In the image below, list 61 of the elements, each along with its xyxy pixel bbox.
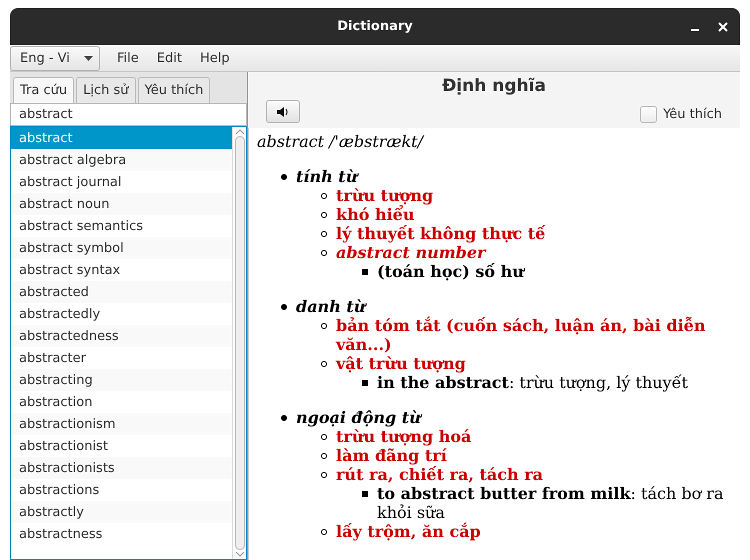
bullet-icon — [362, 380, 368, 386]
part-of-speech: tính từ — [296, 167, 358, 186]
language-dropdown[interactable]: Eng - Vi — [10, 46, 100, 70]
bullet-icon — [281, 174, 287, 180]
sense-text: khó hiểu — [336, 205, 414, 224]
definition-heading: Định nghĩa — [441, 75, 547, 98]
sense-text: trừu tượng — [336, 186, 434, 205]
word-list-item[interactable]: abstracted — [11, 281, 232, 303]
speaker-icon — [276, 106, 290, 118]
tab[interactable]: Yêu thích — [138, 77, 210, 103]
menu-item[interactable]: File — [108, 50, 148, 66]
favorite-checkbox[interactable]: Yêu thích — [640, 106, 722, 123]
bullet-icon — [321, 323, 327, 329]
sense-text: lý thuyết không thực tế — [336, 224, 546, 243]
word-list-item[interactable]: abstract symbol — [11, 237, 232, 259]
sense-text: rút ra, chiết ra, tách ra — [336, 465, 543, 484]
word-list-item[interactable]: abstractionism — [11, 413, 232, 435]
example-text: in the abstract: trừu tượng, lý thuyết — [377, 373, 688, 392]
menu-item[interactable]: Edit — [148, 50, 191, 66]
bullet-icon — [321, 212, 327, 218]
sense-text: làm đãng trí — [336, 446, 447, 465]
word-list-item[interactable]: abstractionists — [11, 457, 232, 479]
bullet-icon — [362, 269, 368, 275]
scroll-down-icon[interactable] — [236, 552, 244, 557]
menu-item[interactable]: Help — [190, 50, 239, 66]
sense-text: vật trừu tượng — [336, 354, 466, 373]
bullet-icon — [281, 304, 287, 310]
bullet-icon — [321, 434, 327, 440]
sense-text: lấy trộm, ăn cắp — [336, 522, 481, 541]
tab[interactable]: Tra cứu — [13, 77, 74, 103]
word-list-item[interactable]: abstract algebra — [11, 149, 232, 171]
part-of-speech: ngoại động từ — [296, 408, 421, 427]
bullet-icon — [321, 472, 327, 478]
bullet-icon — [321, 250, 327, 256]
scroll-up-icon[interactable] — [236, 129, 244, 134]
search-field[interactable]: abstract — [10, 103, 247, 126]
speaker-button[interactable] — [266, 100, 300, 123]
checkbox[interactable] — [640, 106, 658, 123]
bullet-icon — [281, 415, 287, 421]
bullet-icon — [321, 193, 327, 199]
headword: abstract /'æbstrækt/ — [257, 132, 426, 151]
word-list-item[interactable]: abstractedness — [11, 325, 232, 347]
tab[interactable]: Lịch sử — [76, 77, 136, 103]
example-text: (toán học) số hư — [377, 262, 524, 281]
caret-icon — [84, 56, 93, 60]
word-list-item[interactable]: abstractly — [11, 501, 232, 523]
window-title: Dictionary — [337, 19, 413, 34]
bullet-icon — [321, 453, 327, 459]
bullet-icon — [321, 529, 327, 535]
sense-text: abstract number — [336, 243, 486, 262]
example-text: to abstract butter from milk: tách bơ ra khỏi sữa — [377, 484, 724, 522]
part-of-speech: danh từ — [296, 297, 366, 316]
bullet-icon — [321, 361, 327, 367]
scrollbar[interactable] — [232, 127, 246, 559]
word-list-item[interactable]: abstracting — [11, 369, 232, 391]
sense-text: trừu tượng hoá — [336, 427, 472, 446]
bullet-icon — [362, 491, 368, 497]
bullet-icon — [321, 231, 327, 237]
sense-text: bản tóm tắt (cuốn sách, luận án, bài diễn văn...) — [336, 316, 706, 354]
close-icon[interactable] — [718, 22, 728, 32]
word-list-item[interactable]: abstract noun — [11, 193, 232, 215]
